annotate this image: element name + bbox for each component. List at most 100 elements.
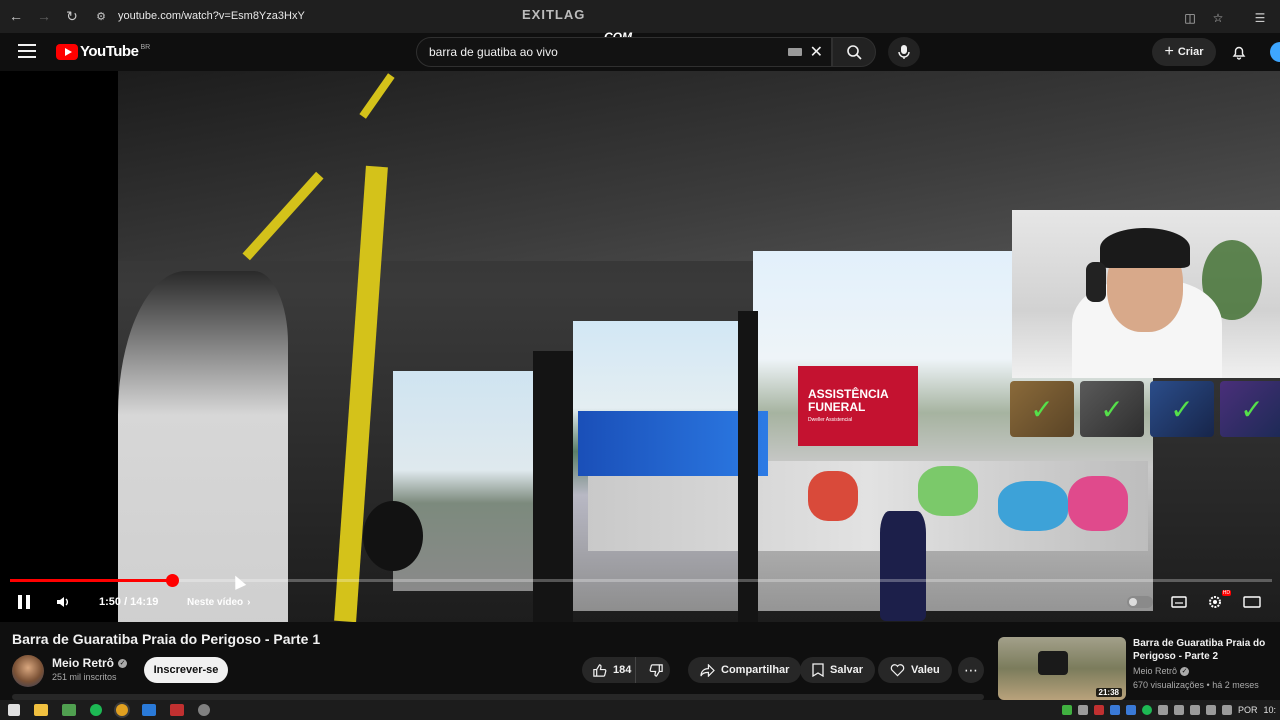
gear-icon (1209, 596, 1221, 608)
site-info-icon[interactable]: ⚙ (92, 7, 110, 25)
search-input[interactable]: barra de guatiba ao vivo ✕ (416, 37, 832, 67)
tray-icon[interactable] (1077, 705, 1088, 715)
recommendation-thumbnail[interactable]: 21:38 (998, 637, 1126, 700)
thanks-button[interactable]: Valeu (878, 657, 952, 683)
logo-country: BR (140, 44, 151, 51)
headset (1086, 262, 1106, 302)
exitlag-watermark: EXITLAG (522, 7, 586, 22)
tray-icon[interactable] (1173, 705, 1184, 715)
tray-icon[interactable] (1157, 705, 1168, 715)
reading-list-icon[interactable]: ☰ (1248, 4, 1272, 32)
spotify-icon[interactable] (90, 704, 102, 716)
chrome-icon[interactable] (116, 704, 128, 716)
progress-bar[interactable] (10, 574, 1272, 587)
bookmark-icon (812, 663, 824, 677)
recommendation-channel[interactable]: Meio Retrô ✓ (1133, 666, 1190, 676)
volume-button[interactable] (52, 590, 74, 614)
tray-icon[interactable] (1093, 705, 1104, 715)
thanks-label: Valeu (911, 664, 940, 676)
search-icon (847, 45, 862, 60)
forward-arrow-icon[interactable]: → (30, 2, 58, 30)
share-button[interactable]: Compartilhar (688, 657, 802, 683)
recommendation-title[interactable]: Barra de Guaratiba Praia do Perigoso - P… (1133, 637, 1273, 663)
browser-toolbar: ← → ↻ ⚙ youtube.com/watch?v=Esm8Yza3HxY … (0, 0, 1280, 33)
app-icon[interactable] (62, 704, 76, 716)
subtitles-button[interactable] (1168, 590, 1190, 614)
channel-name-link[interactable]: Meio Retrô ✓ (52, 656, 128, 670)
cast-icon[interactable]: ◫ (1178, 4, 1202, 32)
file-explorer-icon[interactable] (34, 704, 48, 716)
tray-icon[interactable] (1061, 705, 1072, 715)
rank-badge-check-icon: ✓ (1150, 381, 1214, 437)
save-label: Salvar (830, 664, 864, 676)
app-icon[interactable] (170, 704, 184, 716)
chapter-button[interactable]: Neste vídeo › (187, 590, 253, 614)
channel-avatar[interactable] (12, 655, 44, 687)
graffiti (918, 466, 978, 516)
recommendation-meta: 670 visualizações • há 2 meses (1133, 680, 1259, 690)
notifications-button[interactable] (1228, 41, 1250, 63)
clock[interactable]: 10: (1263, 705, 1276, 715)
tray-icon[interactable] (1141, 705, 1152, 715)
graffiti (1068, 476, 1128, 531)
plus-icon: + (1164, 43, 1174, 60)
chevron-right-icon: › (247, 596, 251, 608)
tray-icon[interactable] (1125, 705, 1136, 715)
wifi-icon[interactable] (1205, 705, 1216, 715)
search-query: barra de guatiba ao vivo (429, 45, 558, 59)
like-dislike-group: 184 (582, 657, 670, 683)
tray-icon[interactable] (1109, 705, 1120, 715)
billboard-line2: FUNERAL (808, 400, 866, 414)
player-controls: 1:50 / 14:19 Neste vídeo › HD (0, 590, 1280, 614)
channel-name: Meio Retrô (52, 656, 115, 670)
language-indicator[interactable]: POR (1238, 705, 1258, 715)
share-label: Compartilhar (721, 664, 790, 676)
save-button[interactable]: Salvar (800, 657, 876, 683)
verified-check-icon: ✓ (118, 658, 128, 668)
windows-start-icon[interactable] (8, 704, 20, 716)
thumbs-down-icon (649, 663, 663, 677)
back-arrow-icon[interactable]: ← (2, 2, 30, 30)
more-dots-icon: ⋯ (964, 661, 978, 678)
settings-button[interactable]: HD (1204, 590, 1231, 614)
logo-text: YouTube (80, 43, 139, 60)
subscribe-button[interactable]: Inscrever-se (144, 657, 228, 683)
rank-badge-check-icon: ✓ (1080, 381, 1144, 437)
voice-search-button[interactable] (888, 37, 920, 67)
progress-scrubber[interactable] (165, 574, 179, 587)
streamer-cap (1100, 228, 1190, 268)
youtube-logo[interactable]: YouTube BR (56, 43, 150, 60)
theater-mode-button[interactable] (1240, 590, 1264, 614)
bookmark-star-icon[interactable]: ☆ (1206, 4, 1230, 32)
graffiti (998, 481, 1068, 531)
youtube-play-icon (56, 43, 78, 60)
search-button[interactable] (832, 37, 876, 67)
autoplay-toggle[interactable] (1126, 590, 1154, 614)
more-actions-button[interactable]: ⋯ (958, 657, 984, 683)
like-button[interactable]: 184 (582, 657, 637, 683)
create-button[interactable]: + Criar (1152, 38, 1216, 66)
window-frame (738, 311, 758, 622)
tray-icon[interactable] (1189, 705, 1200, 715)
keyboard-icon[interactable] (787, 48, 802, 56)
create-label: Criar (1177, 46, 1204, 58)
url-text: youtube.com/watch?v=Esm8Yza3HxY (118, 10, 305, 22)
pause-icon (18, 595, 32, 609)
passenger (118, 271, 288, 622)
windows-taskbar: POR 10: (0, 700, 1280, 720)
chapter-label: Neste vídeo (187, 596, 244, 608)
app-icon[interactable] (142, 704, 156, 716)
billboard-red: ASSISTÊNCIA FUNERAL Dweller Assistencial (798, 366, 918, 446)
settings-gear-icon[interactable] (198, 704, 210, 716)
speaker-icon[interactable] (1221, 705, 1232, 715)
reload-icon[interactable]: ↻ (58, 2, 86, 30)
clear-search-icon[interactable]: ✕ (810, 42, 823, 62)
menu-icon[interactable] (18, 44, 36, 58)
dislike-button[interactable] (642, 657, 670, 683)
system-tray: POR 10: (1061, 700, 1280, 720)
passenger-head (363, 501, 423, 571)
pause-button[interactable] (16, 590, 34, 614)
address-bar[interactable]: ⚙ youtube.com/watch?v=Esm8Yza3HxY (92, 4, 1242, 28)
account-avatar[interactable] (1270, 42, 1280, 62)
video-player[interactable]: ASSISTÊNCIA FUNERAL Dweller Assistencial… (0, 71, 1280, 622)
